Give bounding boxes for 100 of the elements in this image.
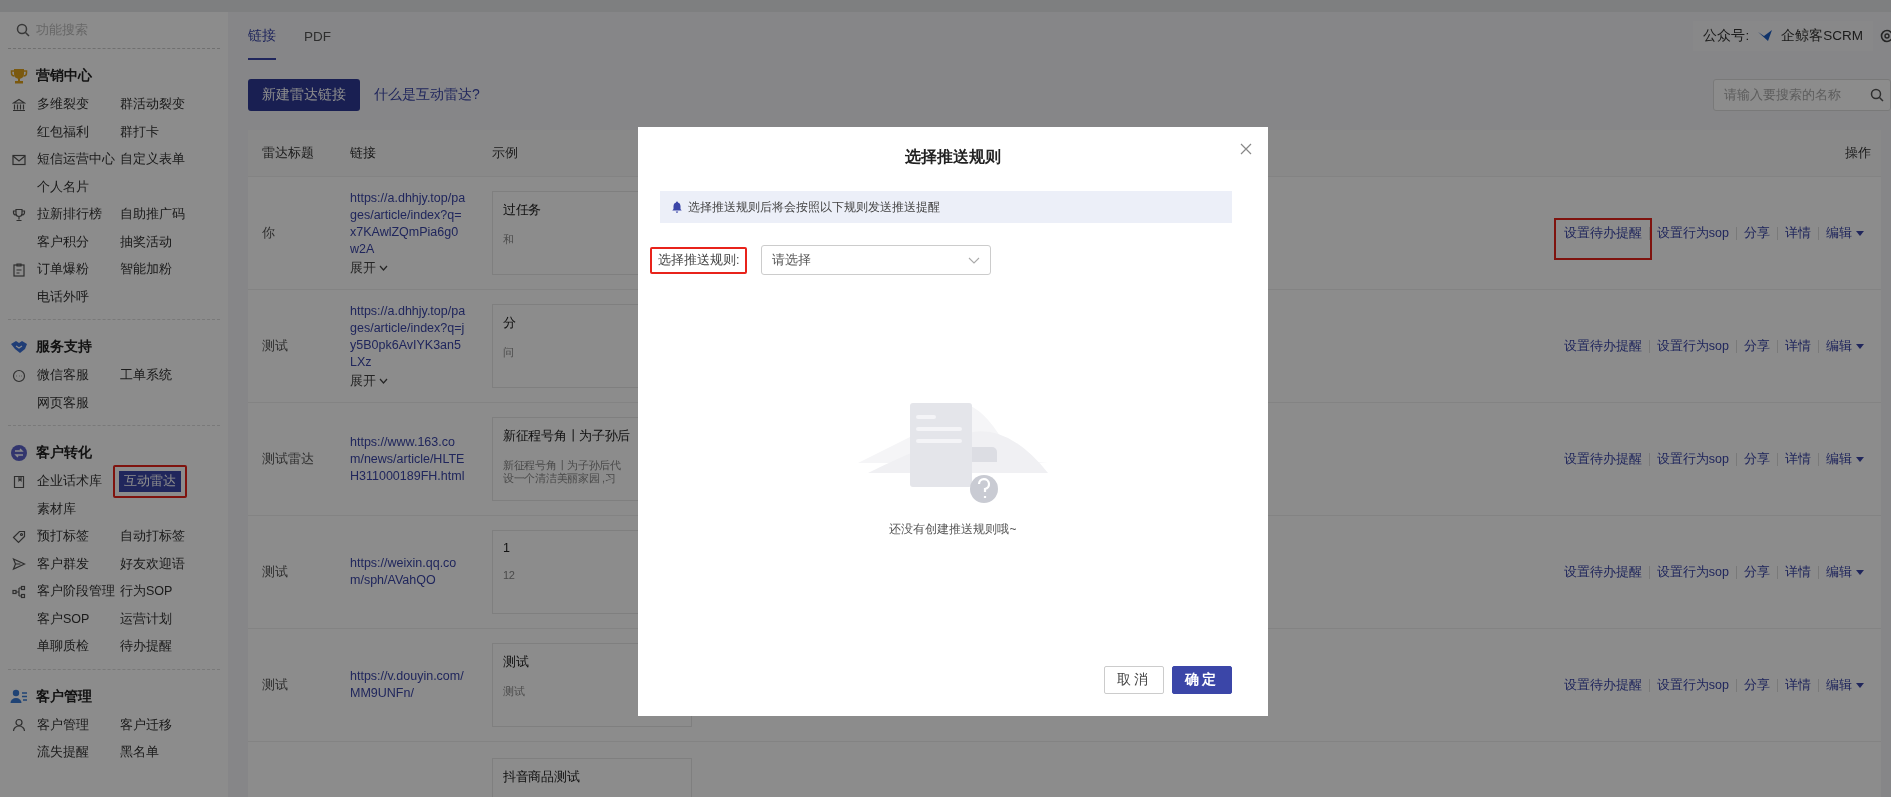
action-link[interactable]: 设置待办提醒 (1563, 338, 1642, 353)
menu-item[interactable]: 短信运营中心 (30, 147, 122, 173)
action-link[interactable]: 详情 (1785, 225, 1811, 240)
menu-item[interactable]: 流失提醒 (30, 740, 96, 766)
action-link[interactable]: 编辑 (1826, 678, 1852, 692)
caret-down-icon (1856, 682, 1864, 688)
menu-item[interactable]: 客户SOP (30, 606, 97, 632)
url-link[interactable]: https://a.dhhjy.top/pages/article/index?q=x7KAwlZQmPia6g0w2A (336, 189, 466, 258)
menu-item[interactable]: 黑名单 (113, 740, 166, 766)
menu-item[interactable]: 预打标签 (30, 524, 96, 550)
url-link[interactable]: https://a.dhhjy.top/pages/article/index?q=jy5B0pk6AvIYK3an5LXz (336, 302, 466, 371)
example-title: 抖音商品测试 (503, 769, 580, 786)
menu-item[interactable]: 客户积分 (30, 229, 96, 255)
help-link[interactable]: 什么是互动雷达? (374, 86, 480, 104)
menu-item[interactable]: 多维裂变 (30, 92, 96, 118)
tab[interactable]: PDF (304, 12, 331, 60)
action-link[interactable]: 编辑 (1826, 339, 1852, 353)
table-cell-text: 测试 (261, 338, 288, 353)
menu-item[interactable]: 工单系统 (113, 363, 179, 389)
action-link[interactable]: 详情 (1785, 564, 1811, 579)
action-link[interactable]: 编辑 (1826, 565, 1852, 579)
cancel-button[interactable]: 取消 (1104, 666, 1164, 694)
menu-item[interactable]: 互动雷达 (113, 465, 187, 499)
example-description: 问 (503, 346, 514, 359)
column-header: 链接 (349, 144, 376, 162)
menu-item[interactable]: 自助推广码 (113, 202, 192, 228)
chevron-down-icon (379, 378, 388, 384)
caret-down-icon (1856, 230, 1864, 236)
new-radar-link-button[interactable]: 新建雷达链接 (248, 79, 360, 111)
menu-item[interactable]: 网页客服 (30, 390, 96, 416)
menu-item[interactable]: 自动打标签 (113, 524, 192, 550)
trophy-outline-icon (12, 207, 26, 222)
menu-item[interactable]: 个人名片 (30, 174, 96, 200)
field-label: 选择推送规则: (650, 246, 748, 274)
action-link[interactable]: 详情 (1785, 451, 1811, 466)
caret-down-icon (1856, 456, 1864, 462)
action-link[interactable]: 详情 (1785, 338, 1811, 353)
action-link[interactable]: 设置待办提醒 (1553, 217, 1652, 260)
action-link[interactable]: 分享 (1744, 677, 1770, 692)
clipboard-icon (12, 262, 26, 277)
menu-item[interactable]: 群活动裂变 (113, 92, 192, 118)
action-link[interactable]: 分享 (1744, 338, 1770, 353)
url-link[interactable]: https://www.163.com/news/article/HLTEH311000189FH.html (336, 433, 466, 485)
tab[interactable]: 链接 (248, 12, 276, 60)
sync-circle-icon (10, 444, 28, 462)
example-description: 12 (503, 569, 515, 582)
menu-item[interactable]: 智能加粉 (113, 257, 179, 283)
menu-item[interactable]: 好友欢迎语 (113, 551, 192, 577)
caret-down-icon (1856, 569, 1864, 575)
menu-item[interactable]: 行为SOP (113, 579, 180, 605)
column-header: 雷达标题 (261, 144, 314, 162)
chevron-down-icon (968, 256, 981, 264)
menu-item[interactable]: 客户管理 (30, 712, 96, 738)
menu-item[interactable]: 客户群发 (30, 551, 96, 577)
menu-item[interactable]: 拉新排行榜 (30, 202, 109, 228)
menu-item[interactable]: 微信客服 (30, 363, 96, 389)
expand-link[interactable]: 展开 (350, 259, 376, 277)
search-icon (16, 23, 30, 37)
menu-item[interactable]: 抽奖活动 (113, 229, 179, 255)
action-link[interactable]: 设置行为sop (1656, 677, 1729, 692)
menu-item[interactable]: 订单爆粉 (30, 257, 96, 283)
action-link[interactable]: 设置待办提醒 (1563, 564, 1642, 579)
action-link[interactable]: 编辑 (1826, 226, 1852, 240)
action-link[interactable]: 编辑 (1826, 452, 1852, 466)
menu-item[interactable]: 运营计划 (113, 606, 179, 632)
close-button[interactable] (1240, 143, 1252, 155)
example-title: 新征程号角丨为子孙后 (503, 428, 630, 445)
action-link[interactable]: 设置待办提醒 (1563, 677, 1642, 692)
expand-link[interactable]: 展开 (350, 372, 376, 390)
action-link[interactable]: 设置待办提醒 (1563, 451, 1642, 466)
menu-item[interactable]: 待办提醒 (113, 634, 179, 660)
menu-item[interactable]: 素材库 (30, 496, 83, 522)
rule-select[interactable]: 请选择 (761, 245, 992, 275)
menu-item[interactable]: 电话外呼 (30, 284, 96, 310)
url-link[interactable]: https://weixin.qq.com/sph/AVahQO (336, 555, 466, 589)
action-link[interactable]: 详情 (1785, 677, 1811, 692)
example-title: 过任务 (503, 202, 542, 219)
confirm-button[interactable]: 确定 (1172, 666, 1232, 694)
menu-item[interactable]: 客户迁移 (113, 712, 179, 738)
table-cell-text: 测试雷达 (261, 451, 314, 466)
example-title: 分 (503, 315, 516, 332)
menu-item[interactable]: 企业话术库 (30, 469, 109, 495)
chat-bubble-icon (12, 368, 26, 383)
action-link[interactable]: 设置行为sop (1656, 564, 1729, 579)
menu-item[interactable]: 红包福利 (30, 119, 96, 145)
action-link[interactable]: 分享 (1744, 451, 1770, 466)
action-link[interactable]: 分享 (1744, 225, 1770, 240)
action-link[interactable]: 设置行为sop (1656, 225, 1729, 240)
example-title: 1 (503, 541, 510, 555)
action-link[interactable]: 设置行为sop (1656, 338, 1729, 353)
menu-item[interactable]: 单聊质检 (30, 634, 96, 660)
action-link[interactable]: 设置行为sop (1656, 451, 1729, 466)
table-cell-text: 你 (261, 225, 275, 240)
url-link[interactable]: https://v.douyin.com/MM9UNFn/ (336, 668, 466, 702)
action-link[interactable]: 分享 (1744, 564, 1770, 579)
flow-chart-icon (12, 584, 26, 599)
column-header: 操作 (1844, 144, 1872, 162)
trophy-icon (10, 67, 28, 85)
bell-icon (672, 201, 682, 213)
menu-item[interactable]: 群打卡 (113, 119, 166, 145)
